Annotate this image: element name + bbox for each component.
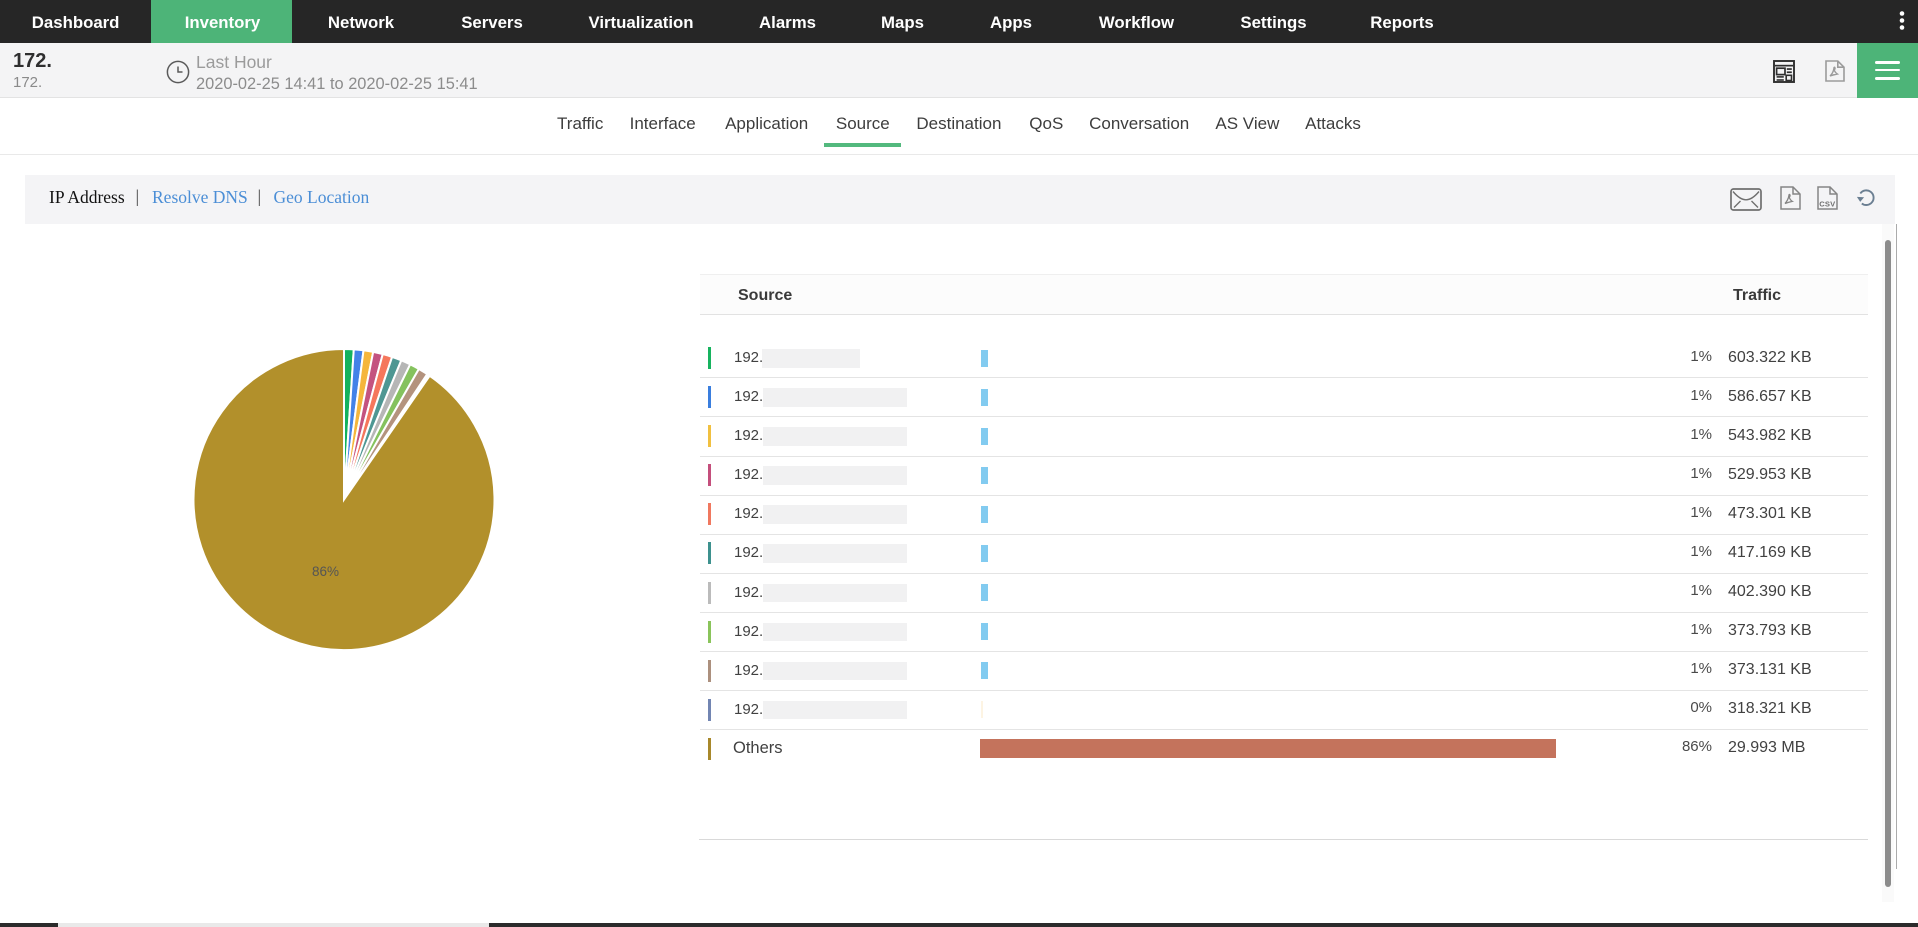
svg-text:CSV: CSV <box>1819 200 1836 209</box>
svg-text:86%: 86% <box>312 564 339 579</box>
